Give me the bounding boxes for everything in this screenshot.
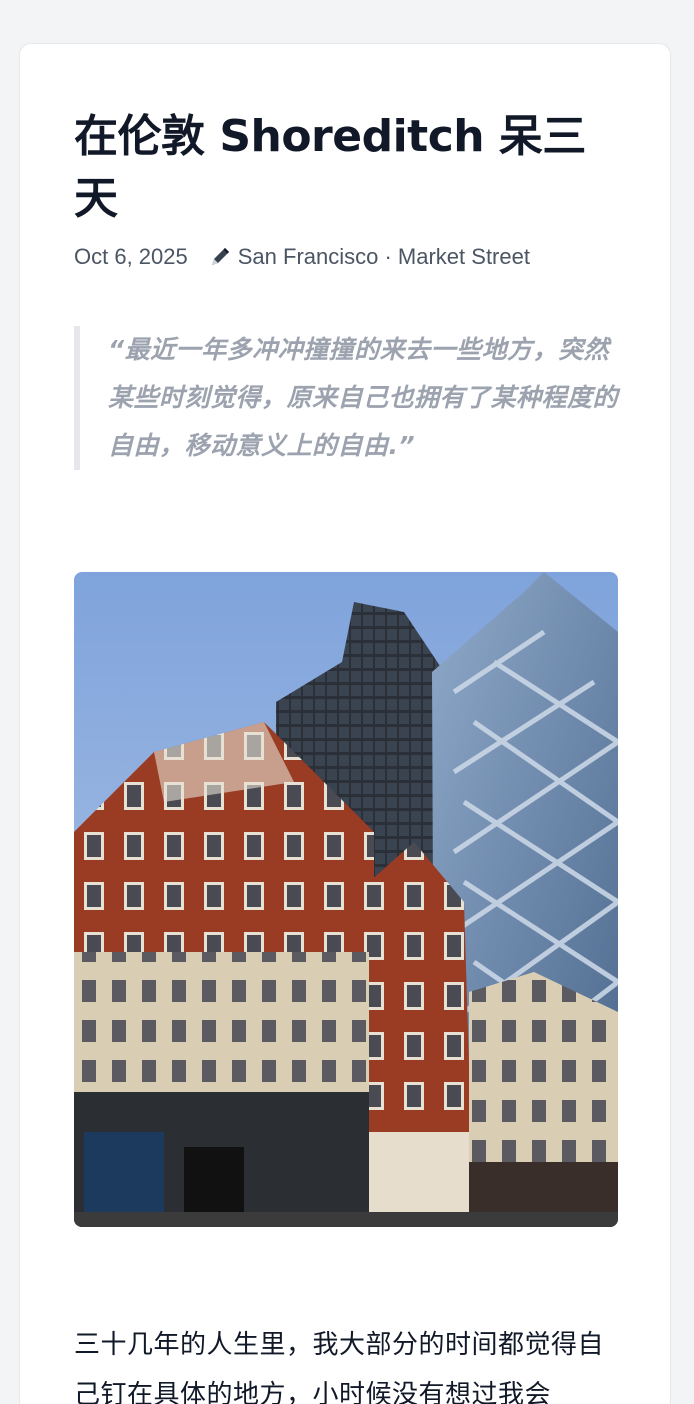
- article-photo[interactable]: [74, 572, 618, 1227]
- article-location: San Francisco · Market Street: [237, 244, 530, 269]
- street-photo-buildings: [74, 572, 618, 1227]
- article-meta: Oct 6, 2025 San Francisco · Market Stree…: [74, 244, 530, 270]
- article-title: 在伦敦 Shoreditch 呆三天: [74, 111, 586, 224]
- pen-icon: [208, 245, 232, 269]
- article-card: 在伦敦 Shoreditch 呆三天 Oct 6, 2025 San Franc…: [19, 43, 671, 1404]
- article-date: Oct 6, 2025: [74, 244, 188, 269]
- article-quote: “最近一年多冲冲撞撞的来去一些地方，突然某些时刻觉得，原来自己也拥有了某种程度的…: [74, 326, 619, 470]
- article-body: 三十几年的人生里，我大部分的时间都觉得自己钉在具体的地方，小时候没有想过我会: [74, 1330, 605, 1404]
